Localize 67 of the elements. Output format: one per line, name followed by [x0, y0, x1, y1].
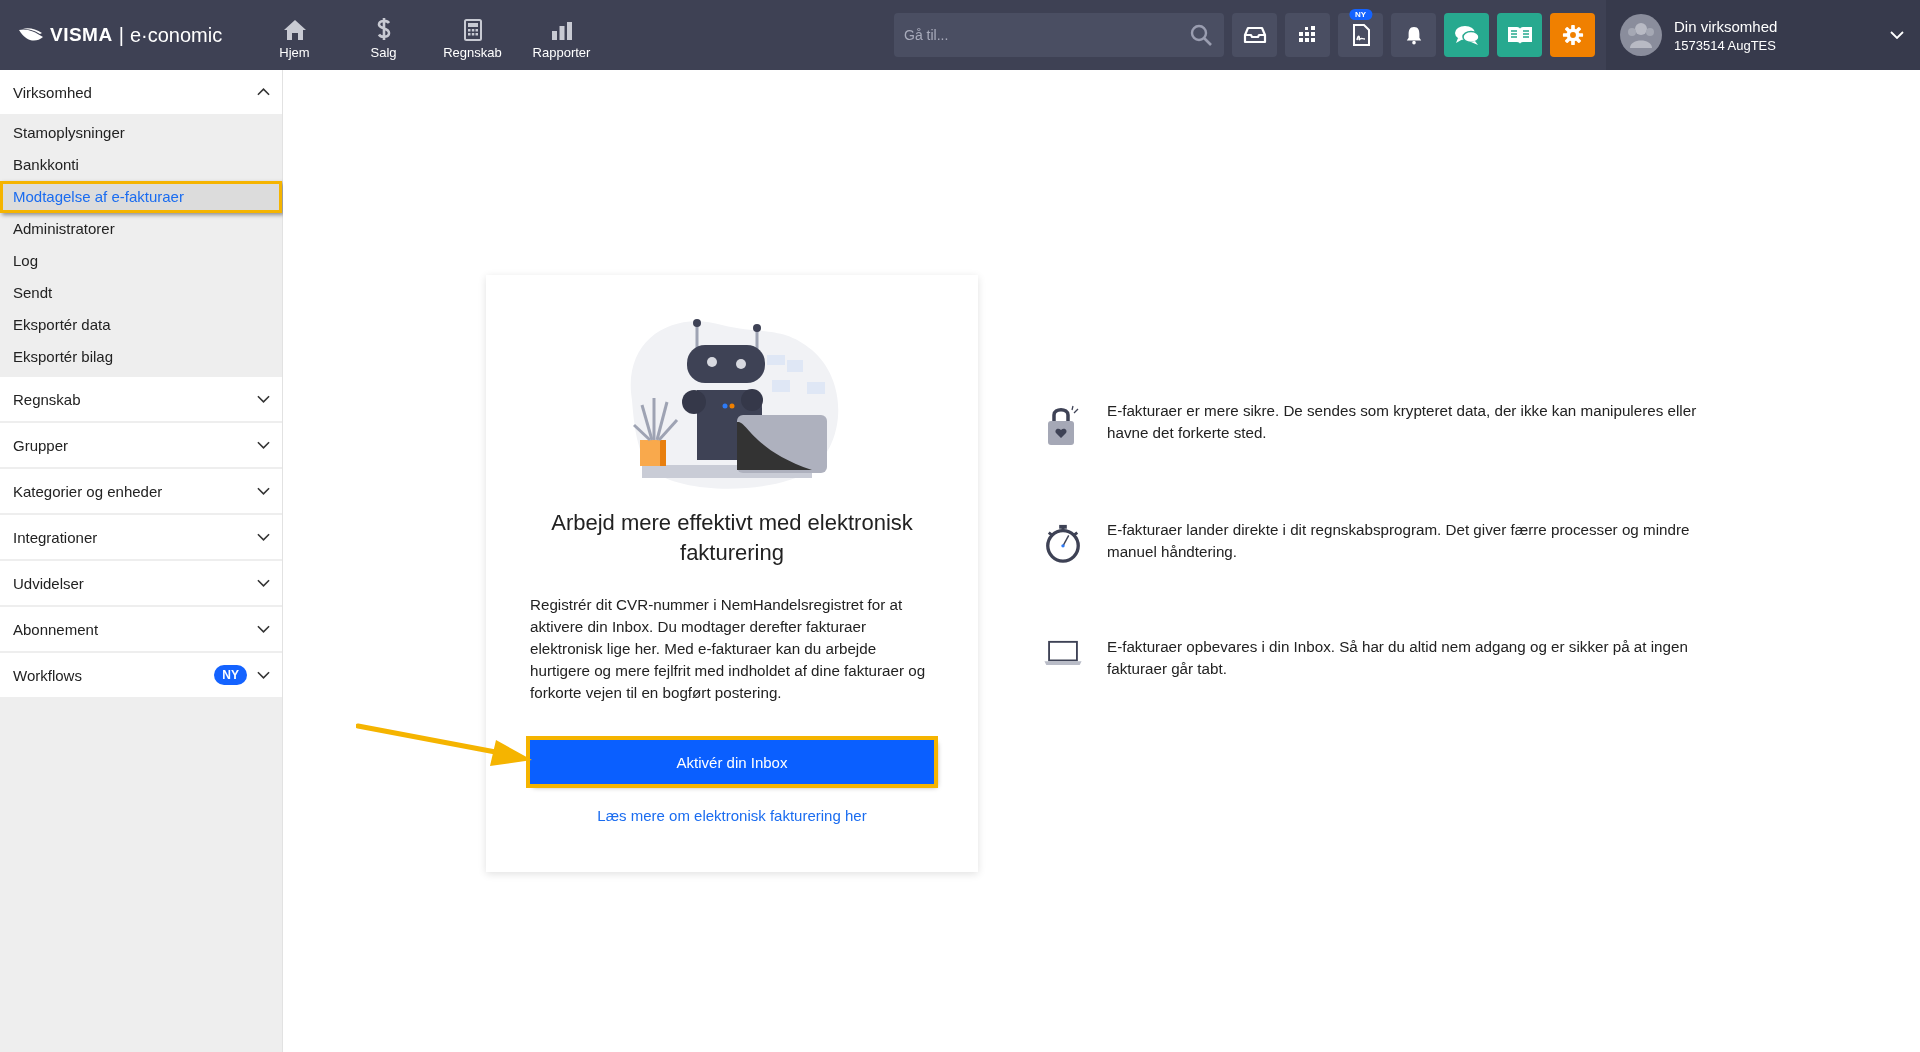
sidebar-item[interactable]: Stamoplysninger	[0, 117, 282, 149]
new-badge: NY	[1348, 9, 1373, 20]
company-name: Din virksomhed	[1674, 17, 1779, 35]
sidebar-section-header[interactable]: Abonnement	[0, 607, 282, 651]
sidebar-section-header[interactable]: Integrationer	[0, 515, 282, 559]
sidebar-item[interactable]: Eksportér data	[0, 309, 282, 341]
sidebar-section-header[interactable]: Grupper	[0, 423, 282, 467]
bar-chart-icon	[550, 21, 573, 41]
sidebar-item[interactable]: Eksportér bilag	[0, 341, 282, 373]
sidebar-section-header[interactable]: Kategorier og enheder	[0, 469, 282, 513]
settings-icon	[1561, 24, 1584, 46]
chevron-down-icon	[257, 625, 270, 633]
chevron-down-icon	[257, 487, 270, 495]
nav-home-link[interactable]: Hjem	[250, 10, 339, 60]
signed-document-icon	[1351, 24, 1370, 46]
sidebar-section-header[interactable]: Virksomhed	[0, 70, 282, 114]
sidebar-item[interactable]: Administratorer	[0, 213, 282, 245]
card-title: Arbejd mere effektivt med elektronisk fakturering	[550, 509, 914, 567]
chevron-down-icon	[257, 395, 270, 403]
gear-button[interactable]	[1550, 13, 1595, 57]
chevron-down-icon	[1890, 31, 1904, 39]
logo-product: e·conomic	[129, 23, 223, 47]
sidebar-item[interactable]: Log	[0, 245, 282, 277]
chevron-down-icon	[257, 533, 270, 541]
account-menu[interactable]: Din virksomhed 1573514 AugTES	[1606, 0, 1920, 70]
nav-dollar-link[interactable]: Salg	[339, 10, 428, 60]
learn-more-link[interactable]: Læs mere om elektronisk fakturering her	[597, 807, 867, 824]
open-book-icon	[1506, 25, 1533, 45]
company-id: 1573514 AugTES	[1674, 37, 1777, 53]
chevron-up-icon	[257, 88, 270, 96]
chat-bubbles-icon	[1453, 24, 1480, 46]
stopwatch-icon	[1043, 523, 1083, 563]
sidebar-item[interactable]: Bankkonti	[0, 149, 282, 181]
search-field[interactable]: Gå til...	[894, 13, 1224, 57]
chevron-down-icon	[257, 671, 270, 679]
logo-separator: |	[118, 23, 124, 47]
bell-button[interactable]	[1391, 13, 1436, 57]
nav-bars-link[interactable]: Rapporter	[517, 10, 606, 60]
new-badge: NY	[214, 665, 247, 685]
search-icon	[1190, 24, 1212, 46]
sidebar-section-header[interactable]: Udvidelser	[0, 561, 282, 605]
apps-button[interactable]	[1285, 13, 1330, 57]
book-button[interactable]	[1497, 13, 1542, 57]
card-description: Registrér dit CVR-nummer i NemHandelsregistret for at aktivere din Inbox. Du modtager derefter fakturaer elektronisk lige her. Med e-fakturaer kan du arbejde hurtigere og mere fejlfrit med indholdet af dine fakturaer og forkorte vejen til en bogført postering.	[530, 595, 927, 703]
benefit-text: E-fakturaer opbevares i din Inbox. Så har du altid nem adgang og er sikker på at ingen fakturaer går tabt.	[1107, 637, 1689, 679]
sidebar-section-header[interactable]: Regnskab	[0, 377, 282, 421]
nav-calculator-link[interactable]: Regnskab	[428, 10, 517, 60]
benefit-text: E-fakturaer er mere sikre. De sendes som krypteret data, der ikke kan manipuleres eller havne det forkerte sted.	[1107, 401, 1698, 443]
avatar-icon	[1620, 14, 1662, 56]
sidebar-section-header[interactable]: Workflows NY	[0, 653, 282, 697]
inbox-icon	[1242, 26, 1267, 44]
bell-icon	[1404, 25, 1423, 45]
laptop-icon	[1043, 640, 1083, 666]
logo-brand: VISMA	[50, 24, 113, 46]
calculator-icon	[463, 19, 482, 41]
apps-grid-icon	[1297, 25, 1318, 45]
document-button[interactable]	[1338, 13, 1383, 57]
chat-button[interactable]	[1444, 13, 1489, 57]
benefit-text: E-fakturaer lander direkte i dit regnskabsprogram. Det giver færre processer og mindre manuel håndtering.	[1107, 520, 1691, 562]
sidebar-item[interactable]: Modtagelse af e-fakturaer	[0, 181, 282, 213]
home-icon	[282, 19, 307, 41]
chevron-down-icon	[257, 441, 270, 449]
logo-swoosh-icon	[18, 27, 44, 43]
dollar-icon	[375, 17, 392, 41]
chevron-down-icon	[257, 579, 270, 587]
sidebar-item[interactable]: Sendt	[0, 277, 282, 309]
inbox-button[interactable]	[1232, 13, 1277, 57]
